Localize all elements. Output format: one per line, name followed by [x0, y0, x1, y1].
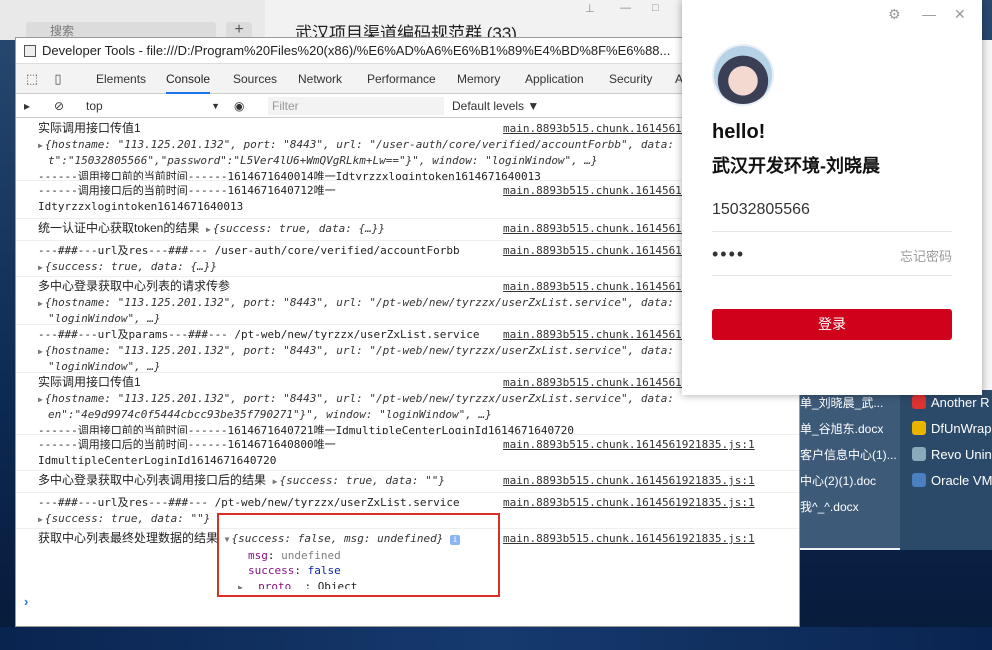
minimize-icon[interactable]: — — [922, 6, 936, 22]
chevron-down-icon: ▼ — [211, 101, 220, 111]
log-text: IdmultipleCenterLoginId1614671640720 — [38, 453, 277, 467]
log-object[interactable]: ▶ {success: true, data: {…}} — [206, 222, 385, 235]
app-icon — [912, 395, 926, 409]
minimize-icon[interactable]: — — [620, 2, 631, 14]
settings-icon[interactable]: ⚙ — [888, 6, 901, 23]
chat-window-header: 搜索 + 武汉项目渠道编码规范群 (33) ⊥ — □ — [0, 0, 800, 43]
console-prompt[interactable]: › — [24, 594, 28, 609]
taskbar — [0, 627, 992, 650]
desktop-app[interactable]: Revo Unin — [900, 442, 992, 468]
log-text: 统一认证中心获取token的结果 — [38, 221, 200, 235]
expand-icon: ▶ — [38, 298, 43, 308]
inspect-element-icon[interactable]: ⬚ — [24, 71, 40, 87]
source-link[interactable]: main.8893b515.chunk.1614561921835.js:1 — [503, 437, 759, 453]
object-preview: {hostname: "113.125.201.132", port: "844… — [44, 137, 674, 151]
log-entry: ------调用接口后的当前时间------1614671640800唯一 Id… — [16, 435, 799, 471]
object-preview: {success: true, data: ""} — [44, 511, 211, 525]
login-window: ⚙ — ✕ hello! 武汉开发环境-刘晓晨 15032805566 ••••… — [682, 0, 982, 395]
log-entry: 多中心登录获取中心列表调用接口后的结果 ▶ {success: true, dat… — [16, 471, 799, 493]
phone-field[interactable]: 15032805566 — [712, 188, 952, 232]
log-object[interactable]: ▶ {success: true, data: ""} — [273, 474, 445, 487]
forgot-password-link[interactable]: 忘记密码 — [900, 246, 952, 265]
file-item[interactable]: 单_谷旭东.docx — [798, 416, 900, 442]
app-icon — [912, 421, 926, 435]
object-preview: {hostname: "113.125.201.132", port: "844… — [44, 343, 674, 357]
app-label: Another R — [931, 395, 990, 410]
app-icon — [912, 473, 926, 487]
maximize-icon[interactable]: □ — [652, 2, 659, 14]
tab-memory[interactable]: Memory — [457, 64, 500, 94]
log-text: ------调用接口前的当前时间------1614671640721唯一Idm… — [38, 423, 574, 435]
app-label: Oracle VM — [931, 473, 992, 488]
context-value: top — [86, 99, 103, 113]
filter-input[interactable]: Filter — [268, 97, 444, 115]
avatar — [712, 44, 774, 106]
context-select[interactable]: top ▼ — [86, 97, 220, 115]
eye-icon[interactable]: ◉ — [234, 97, 244, 115]
login-button[interactable]: 登录 — [712, 309, 952, 340]
tab-console[interactable]: Console — [166, 64, 211, 94]
highlight-box — [217, 513, 500, 597]
devtools-app-icon — [24, 45, 36, 57]
sidebar-toggle-icon[interactable]: ▸ — [24, 97, 30, 115]
pin-icon[interactable]: ⊥ — [585, 2, 595, 15]
tab-sources[interactable]: Sources — [233, 64, 277, 94]
object-preview: {hostname: "113.125.201.132", port: "844… — [44, 295, 674, 309]
object-preview-cont: en":"4e9d9974c0f5444cbcc93be35f790271"}"… — [48, 408, 492, 421]
file-item[interactable]: 我^_^.docx — [798, 494, 900, 520]
file-item[interactable]: 中心(2)(1).doc — [798, 468, 900, 494]
expand-icon: ▶ — [205, 225, 211, 234]
source-link[interactable]: main.8893b515.chunk.1614561921835.js:1 — [503, 531, 759, 547]
expand-icon: ▶ — [38, 262, 43, 272]
expand-icon: ▶ — [38, 346, 43, 356]
expand-icon: ▶ — [38, 514, 43, 524]
expand-icon: ▶ — [272, 477, 278, 486]
desktop-app[interactable]: Oracle VM — [900, 468, 992, 494]
tab-elements[interactable]: Elements — [96, 64, 146, 94]
tab-application[interactable]: Application — [525, 64, 584, 94]
expand-icon: ▶ — [38, 140, 43, 150]
object-preview: {success: true, data: {…}} — [44, 259, 218, 273]
object-preview: {success: true, data: ""} — [279, 474, 446, 487]
desktop-app[interactable]: DfUnWrap — [900, 416, 992, 442]
tab-security[interactable]: Security — [609, 64, 652, 94]
log-levels-select[interactable]: Default levels ▼ — [452, 97, 539, 115]
app-label: Revo Unin — [931, 447, 992, 462]
object-preview: {hostname: "113.125.201.132", port: "844… — [44, 391, 674, 405]
tab-performance[interactable]: Performance — [367, 64, 436, 94]
app-icon — [912, 447, 926, 461]
file-item[interactable]: 客户信息中心(1)... — [798, 442, 900, 468]
greeting: hello! — [712, 121, 766, 143]
source-link[interactable]: main.8893b515.chunk.1614561921835.js:1 — [503, 495, 759, 511]
tab-network[interactable]: Network — [298, 64, 342, 94]
expand-icon: ▶ — [38, 394, 43, 404]
device-toolbar-icon[interactable]: ▯ — [50, 71, 66, 87]
clear-console-icon[interactable]: ⊘ — [54, 97, 64, 115]
app-label: DfUnWrap — [931, 421, 992, 436]
close-icon[interactable]: ✕ — [954, 6, 966, 23]
devtools-title: Developer Tools - file:///D:/Program%20F… — [42, 43, 671, 58]
log-text: 多中心登录获取中心列表调用接口后的结果 — [38, 473, 267, 487]
right-edge-panel — [982, 40, 992, 390]
desktop-apps: Another R DfUnWrap Revo Unin Oracle VM — [900, 390, 992, 550]
file-list: 单_刘晓晨_武... 单_谷旭东.docx 客户信息中心(1)... 中心(2)… — [798, 390, 900, 548]
object-preview: {success: true, data: {…}} — [212, 222, 385, 235]
environment-user: 武汉开发环境-刘晓晨 — [712, 156, 880, 176]
log-text: 获取中心列表最终处理数据的结果 — [38, 531, 219, 545]
source-link[interactable]: main.8893b515.chunk.1614561921835.js:1 — [503, 473, 759, 489]
